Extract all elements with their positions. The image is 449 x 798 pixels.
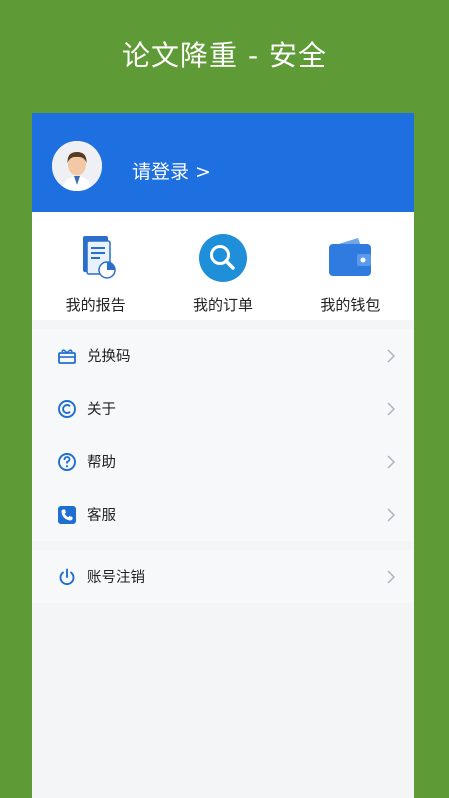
menu-item-label: 客服 xyxy=(87,508,116,524)
my-orders-label: 我的订单 xyxy=(192,296,253,314)
search-icon xyxy=(198,234,247,282)
avatar[interactable] xyxy=(52,141,102,191)
menu-item-about[interactable]: 关于 xyxy=(32,382,414,435)
menu-list: 兑换码 关于 帮助 客服 xyxy=(32,329,414,541)
profile-header: 请登录 > xyxy=(32,113,414,212)
menu-item-delete-account[interactable]: 账号注销 xyxy=(32,550,414,603)
my-reports-button[interactable]: 我的报告 xyxy=(32,212,159,320)
my-orders-button[interactable]: 我的订单 xyxy=(159,212,286,320)
my-wallet-button[interactable]: 我的钱包 xyxy=(287,212,414,320)
gift-icon xyxy=(57,346,77,366)
menu-item-help[interactable]: 帮助 xyxy=(32,435,414,488)
banner-title: 论文降重 - 安全 xyxy=(122,39,327,72)
app-screen: 请登录 > 我的报告 我的订单 我的钱包 兑换码 关于 帮助 客服 账号注销 xyxy=(32,113,414,798)
chevron-right-icon xyxy=(387,507,396,522)
chevron-right-icon xyxy=(387,569,396,584)
my-wallet-label: 我的钱包 xyxy=(320,296,381,314)
quick-actions: 我的报告 我的订单 我的钱包 xyxy=(32,212,414,320)
phone-icon xyxy=(57,505,77,525)
menu-item-label: 兑换码 xyxy=(87,349,131,365)
chevron-right-icon xyxy=(387,454,396,469)
menu-item-label: 帮助 xyxy=(87,455,116,471)
login-link[interactable]: 请登录 > xyxy=(132,157,211,184)
report-icon xyxy=(82,236,116,279)
account-menu: 账号注销 xyxy=(32,550,414,603)
menu-item-label: 账号注销 xyxy=(87,570,145,586)
power-icon xyxy=(57,567,77,587)
copyright-icon xyxy=(57,399,77,419)
wallet-icon xyxy=(329,238,372,276)
menu-item-label: 关于 xyxy=(87,402,116,418)
chevron-right-icon xyxy=(387,401,396,416)
my-reports-label: 我的报告 xyxy=(65,296,126,314)
menu-item-redeem-code[interactable]: 兑换码 xyxy=(32,329,414,382)
chevron-right-icon xyxy=(387,348,396,363)
question-icon xyxy=(57,452,77,472)
menu-item-customer-service[interactable]: 客服 xyxy=(32,488,414,541)
